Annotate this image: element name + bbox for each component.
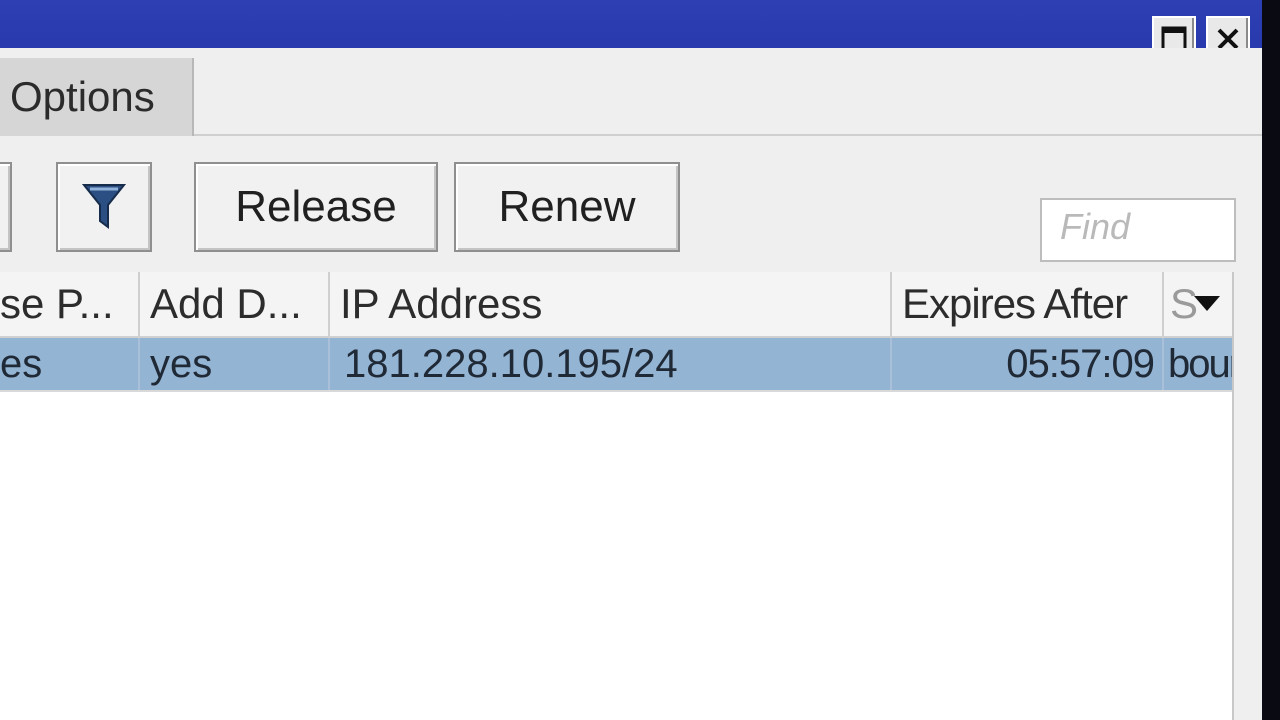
cell-text: bour <box>1168 342 1232 386</box>
cell-ip-address: 181.228.10.195/24 <box>330 338 892 390</box>
row-divider <box>0 390 1232 392</box>
find-input[interactable]: Find <box>1040 198 1236 262</box>
column-header-label: IP Address <box>340 280 543 327</box>
tab-options[interactable]: Options <box>0 58 194 136</box>
cell-text: 05:57:09 <box>1006 342 1155 386</box>
filter-icon <box>81 184 127 229</box>
column-header-add-default-route[interactable]: Add D... <box>140 272 330 336</box>
cell-use-peer-dns: es <box>0 338 140 390</box>
column-header-label: Add D... <box>150 280 302 327</box>
dhcp-client-table: se P... Add D... IP Address Expires Afte… <box>0 272 1234 720</box>
cell-text: 181.228.10.195/24 <box>344 342 678 386</box>
renew-button[interactable]: Renew <box>454 162 680 252</box>
column-menu-down-icon[interactable] <box>1192 294 1222 314</box>
column-header-label: Expires After <box>902 280 1128 327</box>
release-button-label: Release <box>235 182 397 231</box>
cell-text: yes <box>150 342 213 386</box>
cell-text: es <box>0 342 43 386</box>
tab-options-label: Options <box>10 73 155 120</box>
release-button[interactable]: Release <box>194 162 438 252</box>
renew-button-label: Renew <box>498 182 636 231</box>
filter-button[interactable] <box>56 162 152 252</box>
cell-status: bour <box>1164 338 1232 390</box>
table-header: se P... Add D... IP Address Expires Afte… <box>0 272 1232 338</box>
toolbar-button-partial[interactable] <box>0 162 12 252</box>
window-content: Options Release Renew Find se P... Add D… <box>0 48 1262 720</box>
column-header-expires-after[interactable]: Expires After <box>892 272 1164 336</box>
tab-divider <box>194 134 1262 136</box>
column-header-use-peer-dns[interactable]: se P... <box>0 272 140 336</box>
cell-add-default-route: yes <box>140 338 330 390</box>
column-header-label: se P... <box>0 280 114 327</box>
column-header-ip-address[interactable]: IP Address <box>330 272 892 336</box>
table-row[interactable]: es yes 181.228.10.195/24 05:57:09 bour <box>0 338 1232 390</box>
find-placeholder: Find <box>1060 206 1131 247</box>
dhcp-client-window: Options Release Renew Find se P... Add D… <box>0 0 1262 720</box>
cell-expires-after: 05:57:09 <box>892 338 1164 390</box>
